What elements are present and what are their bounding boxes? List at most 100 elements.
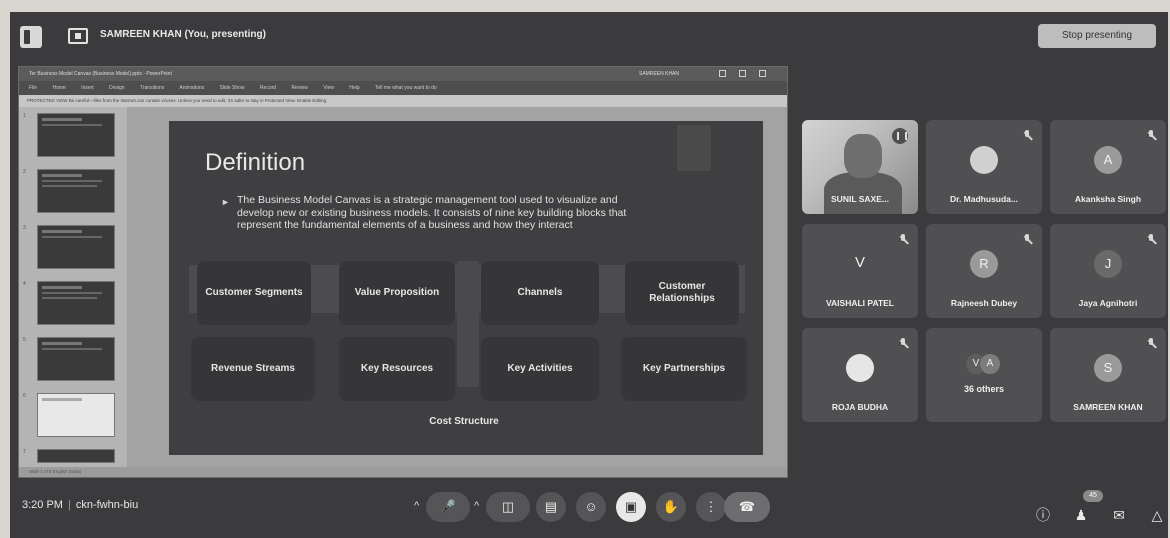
slide-editor-area: Definition ► The Business Model Canvas i…	[127, 107, 787, 469]
ppt-title-bar: Ter Business Model Canvas (Business Mode…	[19, 67, 787, 81]
chat-icon[interactable]: ✉	[1108, 504, 1130, 526]
video-options-chevron-icon[interactable]: ^	[474, 500, 479, 512]
ribbon-tab-review[interactable]: Review	[291, 85, 307, 91]
avatar: R	[970, 250, 998, 278]
protected-view-bar[interactable]: PROTECTED VIEW Be careful—files from the…	[19, 95, 787, 107]
ribbon-tell-me-search[interactable]: Tell me what you want to do	[375, 85, 437, 91]
minimize-icon[interactable]	[719, 70, 726, 77]
ribbon-tab-home[interactable]: Home	[52, 85, 65, 91]
others-avatars: V A	[964, 354, 1004, 374]
presenter-label: SAMREEN KHAN (You, presenting)	[100, 29, 266, 40]
ppt-window-title: Ter Business Model Canvas (Business Mode…	[29, 71, 172, 77]
people-icon[interactable]: ♟	[1070, 504, 1092, 526]
others-tile[interactable]: V A 36 others	[926, 328, 1042, 422]
thumb-number: 2	[23, 169, 26, 175]
meet-screen: SAMREEN KHAN (You, presenting) Stop pres…	[10, 12, 1168, 538]
participant-tile[interactable]: J Jaya Agnihotri	[1050, 224, 1166, 318]
slide-thumbnail[interactable]	[37, 281, 115, 325]
mic-off-icon	[1023, 234, 1032, 245]
participant-name: Dr. Madhusuda...	[949, 194, 1018, 204]
activities-icon[interactable]: △	[1146, 504, 1168, 526]
block-customer-segments: Customer Segments	[197, 261, 311, 325]
block-customer-relationships: Customer Relationships	[625, 261, 739, 325]
avatar: A	[980, 354, 1000, 374]
slide-thumbnail[interactable]	[37, 225, 115, 269]
avatar: A	[1094, 146, 1122, 174]
participant-tile[interactable]: S SAMREEN KHAN	[1050, 328, 1166, 422]
block-key-activities: Key Activities	[481, 337, 599, 401]
meeting-details-icon[interactable]: ⓘ	[1032, 504, 1054, 526]
people-count-badge: 45	[1083, 490, 1103, 502]
maximize-icon[interactable]	[739, 70, 746, 77]
ribbon-tab-slideshow[interactable]: Slide Show	[220, 85, 245, 91]
camera-toggle-button[interactable]: ◫	[486, 492, 530, 522]
thumb-number: 7	[23, 449, 26, 455]
panel-toggle-icon[interactable]	[20, 26, 42, 48]
participant-name: SAMREEN KHAN	[1073, 402, 1143, 412]
avatar: J	[1094, 250, 1122, 278]
current-slide: Definition ► The Business Model Canvas i…	[169, 121, 763, 455]
clock-time: 3:20 PM	[22, 499, 63, 511]
participant-tile[interactable]: A Akanksha Singh	[1050, 120, 1166, 214]
ribbon-tab-file[interactable]: File	[29, 85, 37, 91]
block-value-proposition: Value Proposition	[339, 261, 455, 325]
block-cost-structure: Cost Structure	[429, 416, 499, 427]
present-screen-button[interactable]: ▣	[616, 492, 646, 522]
presenting-icon	[68, 28, 88, 44]
leave-call-button[interactable]: ☎	[724, 492, 770, 522]
mic-off-icon	[899, 234, 908, 245]
mic-toggle-button[interactable]: 🎤	[426, 492, 470, 522]
avatar	[970, 146, 998, 174]
slide-bullet-text: The Business Model Canvas is a strategic…	[237, 194, 627, 231]
participant-tile[interactable]: Dr. Madhusuda...	[926, 120, 1042, 214]
block-key-partnerships: Key Partnerships	[621, 337, 747, 401]
participant-name: ROJA BUDHA	[831, 402, 889, 412]
participant-tile[interactable]: SUNIL SAXE...	[802, 120, 918, 214]
thumb-number: 3	[23, 225, 26, 231]
participant-tile[interactable]: ROJA BUDHA	[802, 328, 918, 422]
others-count: 36 others	[963, 384, 1005, 394]
more-options-button[interactable]: ⋮	[696, 492, 726, 522]
stop-presenting-button[interactable]: Stop presenting	[1038, 24, 1156, 48]
block-key-resources: Key Resources	[339, 337, 455, 401]
ribbon-tab-transitions[interactable]: Transitions	[140, 85, 164, 91]
avatar: S	[1094, 354, 1122, 382]
mic-off-icon	[1147, 130, 1156, 141]
bullet-arrow-icon: ►	[221, 197, 230, 207]
audio-options-chevron-icon[interactable]: ^	[414, 500, 419, 512]
slide-thumbnail[interactable]	[37, 169, 115, 213]
participant-tile[interactable]: R Rajneesh Dubey	[926, 224, 1042, 318]
slide-thumbnail[interactable]	[37, 113, 115, 157]
meeting-info: 3:20 PM | ckn-fwhn-biu	[22, 499, 139, 511]
mic-off-icon	[1147, 234, 1156, 245]
shared-powerpoint-window: Ter Business Model Canvas (Business Mode…	[18, 66, 788, 478]
thumb-number: 4	[23, 281, 26, 287]
block-revenue-streams: Revenue Streams	[191, 337, 315, 401]
thumb-number: 5	[23, 337, 26, 343]
meeting-code[interactable]: ckn-fwhn-biu	[76, 499, 138, 511]
participant-tile[interactable]: V VAISHALI PATEL	[802, 224, 918, 318]
block-channels: Channels	[481, 261, 599, 325]
avatar: V	[854, 254, 865, 271]
canvas-connector	[457, 261, 479, 387]
mic-off-icon	[1023, 130, 1032, 141]
emoji-button[interactable]: ☺	[576, 492, 606, 522]
participant-name: SUNIL SAXE...	[831, 194, 889, 204]
ribbon-tab-design[interactable]: Design	[109, 85, 125, 91]
captions-button[interactable]: ▤	[536, 492, 566, 522]
slide-thumbnail[interactable]	[37, 337, 115, 381]
participant-name: Jaya Agnihotri	[1078, 298, 1138, 308]
top-bar: SAMREEN KHAN (You, presenting) Stop pres…	[10, 12, 1168, 62]
slide-thumbnail[interactable]	[37, 393, 115, 437]
slide-thumbnail[interactable]	[37, 449, 115, 463]
ribbon-tab-view[interactable]: View	[323, 85, 334, 91]
ribbon-tab-animations[interactable]: Animations	[179, 85, 204, 91]
slide-heading: Definition	[205, 149, 306, 176]
close-icon[interactable]	[759, 70, 766, 77]
speaking-indicator-icon	[892, 128, 908, 144]
participant-name: Akanksha Singh	[1074, 194, 1142, 204]
ribbon-tab-help[interactable]: Help	[349, 85, 359, 91]
ribbon-tab-record[interactable]: Record	[260, 85, 276, 91]
raise-hand-button[interactable]: ✋	[656, 492, 686, 522]
ribbon-tab-insert[interactable]: Insert	[81, 85, 94, 91]
